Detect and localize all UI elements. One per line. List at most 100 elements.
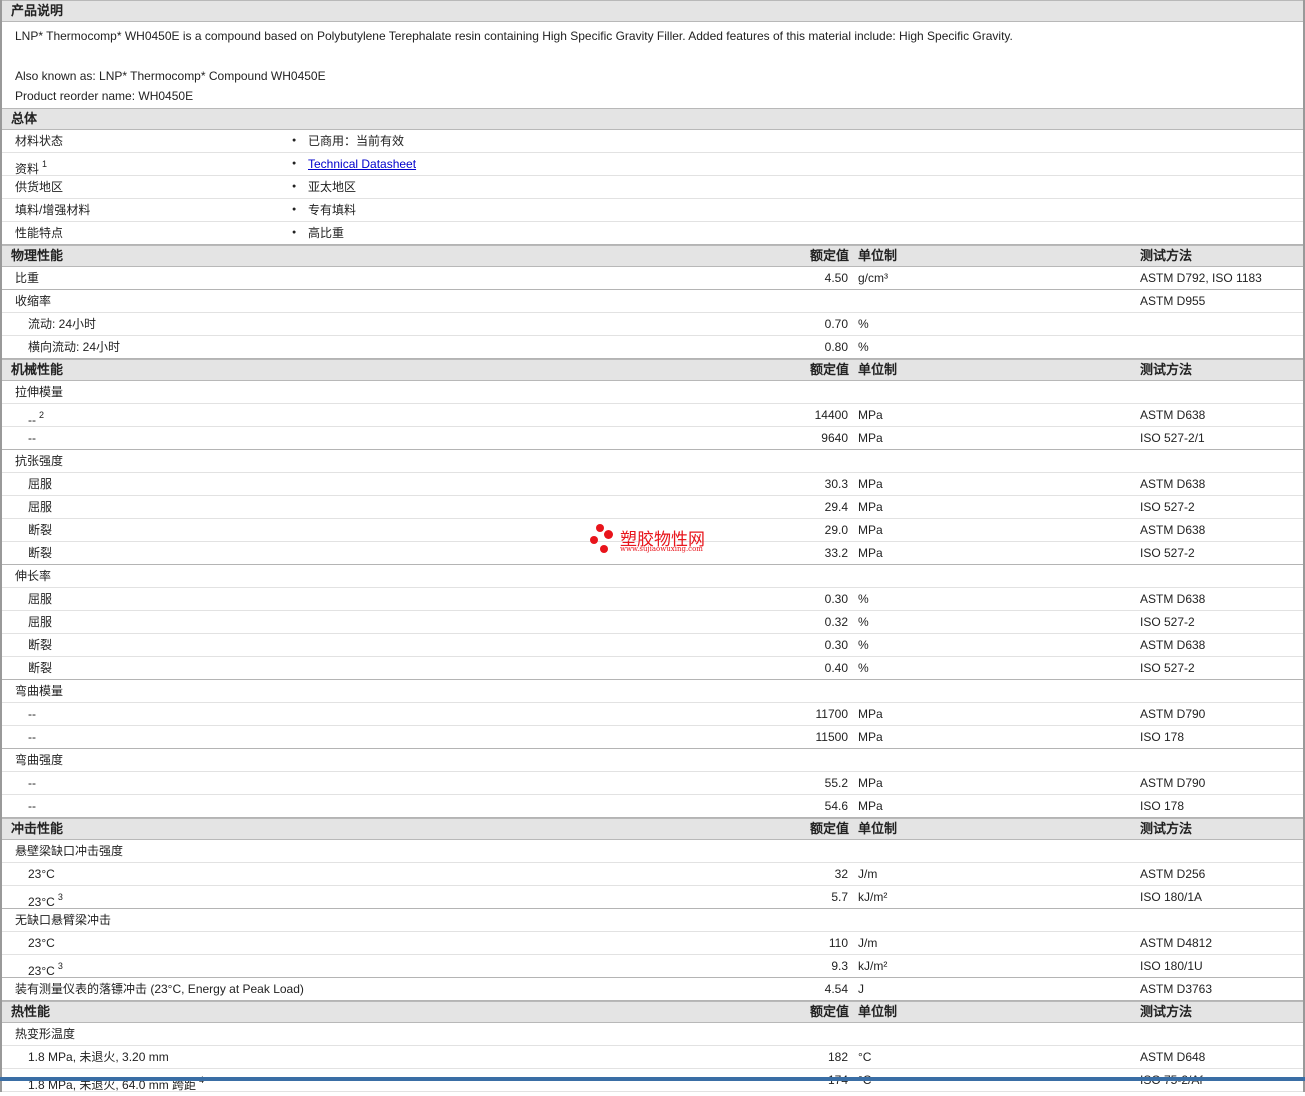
label-text: 23°C xyxy=(28,867,55,881)
header-unit: 单位制 xyxy=(858,821,898,836)
label-text: 断裂 xyxy=(28,638,53,652)
header-value: 额定值 xyxy=(810,821,850,836)
property-label: -- xyxy=(28,427,36,449)
property-label: 横向流动: 24小时 xyxy=(28,336,120,358)
property-row: 拉伸模量 xyxy=(2,381,1303,404)
property-row: -- 11500 MPa ISO 178 xyxy=(2,726,1303,749)
property-value: 32 xyxy=(834,867,848,881)
section-title: 冲击性能 xyxy=(11,821,64,836)
property-unit: MPa xyxy=(858,523,883,537)
property-value: 182 xyxy=(827,1050,848,1064)
row-value: 亚太地区 xyxy=(308,180,357,194)
property-value: 0.40 xyxy=(824,661,848,675)
section-header-general: 总体 xyxy=(2,108,1303,130)
label-text: 装有测量仪表的落镖冲击 (23°C, Energy at Peak Load) xyxy=(15,982,304,996)
property-unit: J/m xyxy=(858,867,878,881)
header-value: 额定值 xyxy=(810,1004,850,1019)
section-header: 物理性能 额定值 单位制 测试方法 xyxy=(2,245,1303,267)
property-unit: g/cm³ xyxy=(858,271,888,285)
section-header: 热性能 额定值 单位制 测试方法 xyxy=(2,1001,1303,1023)
test-method: ASTM D638 xyxy=(1140,523,1206,537)
label-text: 屈服 xyxy=(28,500,53,514)
property-unit: % xyxy=(858,615,869,629)
property-unit: % xyxy=(858,661,869,675)
header-unit: 单位制 xyxy=(858,362,898,377)
label-text: 断裂 xyxy=(28,661,53,675)
label-text: 供货地区 xyxy=(15,180,64,194)
property-unit: % xyxy=(858,592,869,606)
label-text: 弯曲强度 xyxy=(15,753,64,767)
property-unit: MPa xyxy=(858,799,883,813)
test-method: ASTM D638 xyxy=(1140,592,1206,606)
header-value: 额定值 xyxy=(810,362,850,377)
row-value: 专有填料 xyxy=(308,203,357,217)
property-label: 抗张强度 xyxy=(15,450,63,472)
bullet-icon: ● xyxy=(292,229,297,236)
label-text: 热变形温度 xyxy=(15,1027,76,1041)
property-row: 抗张强度 xyxy=(2,450,1303,473)
header-unit: 单位制 xyxy=(858,248,898,263)
label-text: 流动: 24小时 xyxy=(28,317,97,331)
property-value: 14400 xyxy=(814,408,848,422)
label-text: -- xyxy=(28,730,36,744)
label-text: 弯曲模量 xyxy=(15,684,64,698)
label-text: -- xyxy=(28,431,36,445)
test-method: ISO 180/1A xyxy=(1140,890,1203,904)
property-label: 比重 xyxy=(15,267,39,289)
label-text: 断裂 xyxy=(28,523,53,537)
general-row: 资料 1 ● Technical Datasheet xyxy=(2,153,1303,176)
label-text: 比重 xyxy=(15,271,40,285)
test-method: ASTM D648 xyxy=(1140,1050,1206,1064)
header-method: 测试方法 xyxy=(1140,821,1193,836)
section-title: 热性能 xyxy=(11,1004,51,1019)
property-row: -- 9640 MPa ISO 527-2/1 xyxy=(2,427,1303,450)
property-unit: J/m xyxy=(858,936,878,950)
property-value: 5.7 xyxy=(831,890,848,904)
header-unit: 单位制 xyxy=(858,1004,898,1019)
label-text: 屈服 xyxy=(28,592,53,606)
property-value: 11700 xyxy=(815,707,848,721)
property-label: 断裂 xyxy=(28,519,52,541)
property-sections: 物理性能 额定值 单位制 测试方法 比重 4.50 g/cm³ ASTM D792, ISO … xyxy=(2,245,1303,1092)
test-method: ISO 178 xyxy=(1140,730,1185,744)
footnote-ref: 3 xyxy=(57,961,63,971)
label-text: 屈服 xyxy=(28,615,53,629)
test-method: ISO 180/1U xyxy=(1140,959,1203,973)
label-text: 断裂 xyxy=(28,546,53,560)
property-row: -- 11700 MPa ASTM D790 xyxy=(2,703,1303,726)
property-label: 1.8 MPa, 未退火, 64.0 mm 跨距4 xyxy=(28,1069,204,1096)
test-method: ASTM D4812 xyxy=(1140,936,1213,950)
property-row: 1.8 MPa, 未退火, 3.20 mm 182 °C ASTM D648 xyxy=(2,1046,1303,1069)
test-method: ASTM D955 xyxy=(1140,294,1206,308)
property-row: -- 55.2 MPa ASTM D790 xyxy=(2,772,1303,795)
label-text: 无缺口悬臂梁冲击 xyxy=(15,913,112,927)
property-value: 30.3 xyxy=(824,477,848,491)
property-unit: J xyxy=(858,982,864,996)
test-method: ISO 527-2 xyxy=(1140,615,1195,629)
technical-datasheet-link[interactable]: Technical Datasheet xyxy=(308,153,416,175)
property-row: 悬壁梁缺口冲击强度 xyxy=(2,840,1303,863)
property-label: 断裂 xyxy=(28,542,52,564)
general-row: 填料/增强材料 ● 专有填料 xyxy=(2,199,1303,222)
section-header: 冲击性能 额定值 单位制 测试方法 xyxy=(2,818,1303,840)
property-value: 33.2 xyxy=(824,546,848,560)
label-text: 屈服 xyxy=(28,477,53,491)
test-method: ISO 527-2/1 xyxy=(1140,431,1205,445)
bullet-icon: ● xyxy=(292,206,297,213)
property-value: 4.50 xyxy=(824,271,848,285)
property-value: 4.54 xyxy=(824,982,848,996)
property-unit: °C xyxy=(858,1050,872,1064)
property-unit: kJ/m² xyxy=(858,959,888,973)
property-unit: MPa xyxy=(858,500,883,514)
property-label: 伸长率 xyxy=(15,565,51,587)
label-text: 伸长率 xyxy=(15,569,52,583)
property-row: 断裂 0.30% ASTM D638 xyxy=(2,634,1303,657)
header-method: 测试方法 xyxy=(1140,1004,1193,1019)
property-label: 屈服 xyxy=(28,473,52,495)
property-unit: kJ/m² xyxy=(858,890,888,904)
label-text: -- xyxy=(28,413,36,427)
property-value: 110 xyxy=(828,936,848,950)
product-description: LNP* Thermocomp* WH0450E is a compound b… xyxy=(2,22,1303,108)
property-row: 断裂 0.40% ISO 527-2 xyxy=(2,657,1303,680)
